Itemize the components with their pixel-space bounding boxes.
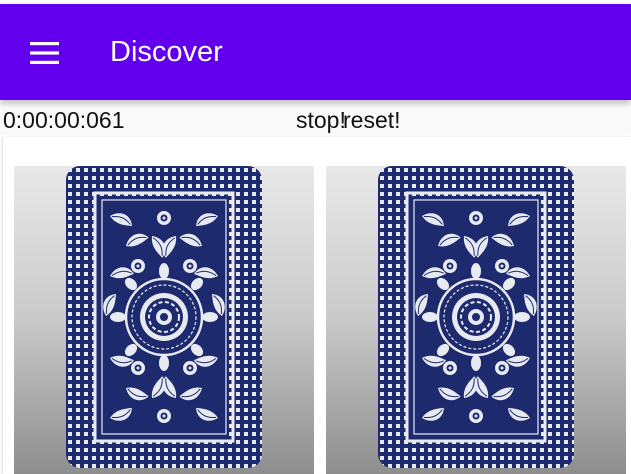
card-board [3, 137, 631, 474]
card-back-icon [66, 166, 262, 468]
menu-button[interactable] [30, 42, 59, 64]
elapsed-timer: 0:00:00:061 [3, 107, 125, 133]
stop-button[interactable]: stop! [296, 106, 346, 134]
card-tile[interactable] [326, 166, 626, 474]
card-back-icon [378, 166, 574, 468]
reset-button[interactable]: reset! [343, 106, 401, 134]
hamburger-menu-icon [30, 42, 59, 64]
page-title: Discover [110, 36, 223, 68]
card-tile[interactable] [14, 166, 314, 474]
timer-controls: 0:00:00:061 stop! reset! [0, 103, 631, 135]
discover-screen: Discover 0:00:00:061 stop! reset! [0, 0, 631, 474]
app-bar: Discover [0, 4, 631, 100]
